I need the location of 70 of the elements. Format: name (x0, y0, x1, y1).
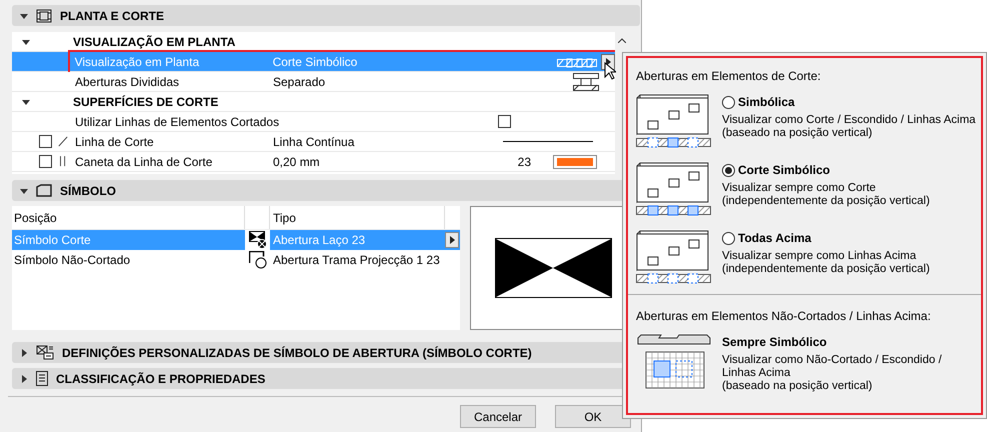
menu-arrow-button[interactable] (445, 232, 459, 248)
option-description: Visualizar como Não-Cortado / Escondido / Linhas Acima (baseado na posição vertical) (722, 354, 942, 393)
position-cell-text: Símbolo Corte (13, 232, 92, 249)
popup-group-title: Aberturas em Elementos Não-Cortados / Linhas Acima: (636, 308, 932, 325)
option-description: Visualizar como Corte / Escondido / Linhas Acima (baseado na posição vertical) (722, 114, 976, 140)
property-row[interactable]: Utilizar Linhas de Elementos Cortados (12, 112, 615, 132)
dialog-button[interactable]: OK (555, 405, 631, 428)
section-plan-icon (36, 8, 52, 22)
option-label: Simbólica (738, 94, 795, 111)
pen-color-swatch[interactable] (553, 154, 597, 168)
bowtie-symbol-icon (248, 231, 266, 249)
collapse-triangle-icon[interactable] (22, 38, 30, 46)
scroll-up-icon[interactable] (618, 38, 626, 43)
property-label: Linha de Corte (74, 134, 155, 150)
option-description: Visualizar sempre como Linhas Acima (independentemente da posição vertical) (722, 250, 930, 276)
checkbox[interactable] (39, 135, 52, 148)
projection-symbol-icon (248, 251, 266, 269)
expand-triangle-icon[interactable] (20, 374, 28, 382)
column-header[interactable]: Posição (12, 206, 245, 229)
slash-icon (58, 135, 68, 148)
checkbox[interactable] (498, 115, 511, 128)
custom-settings-icon (36, 345, 54, 360)
document-icon (36, 371, 48, 386)
property-value: Separado (273, 74, 326, 90)
section-title: CLASSIFICAÇÃO E PROPRIEDADES (56, 370, 266, 388)
section-title: SÍMBOLO (60, 182, 116, 200)
option-label: Todas Acima (738, 230, 812, 247)
position-cell-text: Símbolo Não-Cortado (13, 252, 132, 269)
property-label: Aberturas Divididas (74, 74, 180, 90)
property-label: Visualização em Planta (74, 54, 200, 70)
type-cell-text: Abertura Trama Projecção 1 23 (272, 252, 441, 269)
radio-button[interactable] (722, 232, 735, 244)
option-description: Visualizar sempre como Corte (independentemente da posição vertical) (722, 182, 930, 208)
pen-icon (58, 155, 68, 168)
collapse-triangle-icon[interactable] (22, 98, 30, 106)
popup-option[interactable]: Simbólica Visualizar como Corte / Escondido / Linhas Acima (baseado na posição vertical) (636, 94, 973, 148)
option-label: Corte Simbólico (738, 162, 830, 179)
popup-group-title: Aberturas em Elementos de Corte: (636, 68, 822, 85)
group-title: VISUALIZAÇÃO EM PLANTA (73, 34, 236, 50)
group-title: SUPERFÍCIES DE CORTE (73, 94, 218, 110)
play-triangle-icon (450, 236, 454, 244)
expand-triangle-icon[interactable] (20, 348, 28, 356)
property-row[interactable]: Caneta da Linha de Corte 0,20 mm 23 (12, 152, 615, 172)
section-symbol-icon (36, 184, 52, 197)
option-label: Sempre Simbólico (722, 334, 827, 351)
popup-option[interactable]: Todas Acima Visualizar sempre como Linhas Acima (independentemente da posição vertical) (636, 230, 973, 284)
property-row[interactable]: Linha de Corte Linha Contínua (12, 132, 615, 152)
hatch-pattern-icon (557, 56, 598, 68)
section-header[interactable]: PLANTA E CORTE (12, 5, 640, 26)
property-value: Linha Contínua (273, 134, 356, 150)
dialog-button[interactable]: Cancelar (460, 405, 536, 428)
column-header[interactable]: Tipo (270, 206, 445, 229)
section-title: DEFINIÇÕES PERSONALIZADAS DE SÍMBOLO DE ABERTURA (SÍMBOLO CORTE) (62, 344, 532, 362)
type-cell-text: Abertura Laço 23 (272, 232, 366, 249)
property-value: Corte Simbólico (272, 54, 358, 70)
checkbox[interactable] (39, 155, 52, 168)
section-title: PLANTA E CORTE (60, 8, 164, 24)
property-label: Caneta da Linha de Corte (74, 154, 214, 170)
group-header[interactable]: SUPERFÍCIES DE CORTE (12, 92, 615, 112)
mouse-cursor-icon (604, 62, 616, 80)
solid-line-icon (503, 140, 593, 143)
property-row[interactable]: Aberturas Divididas Separado (12, 72, 615, 92)
collapse-triangle-icon[interactable] (20, 12, 28, 20)
property-label: Utilizar Linhas de Elementos Cortados (74, 114, 280, 130)
radio-button[interactable] (722, 164, 735, 176)
collapse-triangle-icon[interactable] (20, 186, 28, 194)
pen-number: 23 (518, 154, 531, 170)
radio-button[interactable] (722, 96, 735, 108)
property-value: 0,20 mm (273, 154, 321, 170)
split-opening-icon (573, 72, 599, 90)
